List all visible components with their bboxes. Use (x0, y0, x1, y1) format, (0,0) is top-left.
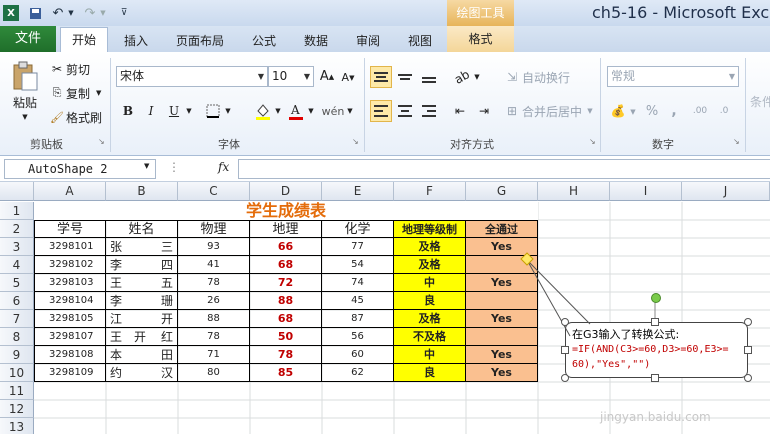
resize-handle-nw[interactable] (561, 318, 569, 326)
resize-handle-w[interactable] (561, 346, 569, 354)
callout-pointer-lines (520, 252, 656, 337)
resize-handle-ne[interactable] (744, 318, 752, 326)
rotation-handle[interactable] (651, 293, 661, 303)
resize-handle-sw[interactable] (561, 374, 569, 382)
resize-handle-e[interactable] (744, 346, 752, 354)
resize-handle-se[interactable] (744, 374, 752, 382)
resize-handle-s[interactable] (651, 374, 659, 382)
watermark: jingyan.baidu.com (600, 410, 711, 424)
resize-handle-n[interactable] (651, 318, 659, 326)
